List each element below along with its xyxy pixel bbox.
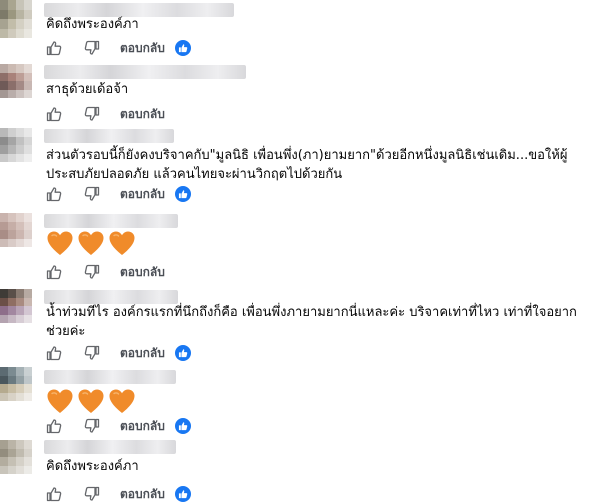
commenter-name[interactable]: [44, 370, 176, 384]
reply-button[interactable]: ตอบกลับ: [120, 105, 165, 124]
thumbs-up-icon[interactable]: [46, 186, 62, 202]
thumbs-up-icon[interactable]: [46, 106, 62, 122]
comment-text-line-2: ช่วยค่ะ: [46, 324, 86, 339]
reply-button[interactable]: ตอบกลับ: [120, 263, 165, 282]
reply-button[interactable]: ตอบกลับ: [120, 417, 165, 436]
thumbs-down-icon[interactable]: [84, 345, 100, 361]
comment-text-line-2: ประสบภัยปลอดภัย แล้วคนไทยจะผ่านวิกฤตไปด้…: [46, 167, 343, 182]
thumbs-down-icon[interactable]: [84, 486, 100, 502]
comment-actions: ตอบกลับ: [46, 416, 191, 436]
orange-heart-icon: [46, 230, 74, 257]
comment-actions: ตอบกลับ: [46, 262, 175, 282]
orange-heart-icon: [46, 388, 74, 415]
orange-heart-icon: [108, 388, 136, 415]
comment-text: สาธุด้วยเด้อจ้า: [46, 82, 129, 97]
commenter-name[interactable]: [44, 440, 176, 454]
emoji-reply: [46, 230, 136, 257]
orange-heart-icon: [77, 230, 105, 257]
avatar[interactable]: [0, 64, 32, 98]
thumbs-up-icon[interactable]: [46, 40, 62, 56]
avatar[interactable]: [0, 213, 32, 247]
thumbs-up-icon[interactable]: [46, 345, 62, 361]
thumbs-down-icon[interactable]: [84, 186, 100, 202]
comment-text: คิดถึงพระองค์ภา: [46, 17, 139, 32]
avatar[interactable]: [0, 128, 32, 162]
orange-heart-icon: [77, 388, 105, 415]
commenter-name[interactable]: [44, 129, 174, 143]
avatar[interactable]: [0, 440, 32, 474]
thumbs-up-icon[interactable]: [46, 264, 62, 280]
reply-button[interactable]: ตอบกลับ: [120, 185, 165, 204]
comment-text: คิดถึงพระองค์ภา: [46, 459, 139, 474]
avatar[interactable]: [0, 0, 32, 38]
like-reaction-badge[interactable]: [174, 418, 191, 434]
thumbs-down-icon[interactable]: [84, 106, 100, 122]
thumbs-down-icon[interactable]: [84, 264, 100, 280]
comment-actions: ตอบกลับ: [46, 104, 175, 124]
thumbs-up-icon[interactable]: [46, 418, 62, 434]
reply-button[interactable]: ตอบกลับ: [120, 344, 165, 363]
avatar[interactable]: [0, 289, 32, 323]
reply-button[interactable]: ตอบกลับ: [120, 485, 165, 503]
thumbs-down-icon[interactable]: [84, 418, 100, 434]
thumbs-up-icon[interactable]: [46, 486, 62, 502]
commenter-name[interactable]: [44, 214, 178, 228]
avatar[interactable]: [0, 367, 32, 401]
comment-actions: ตอบกลับ: [46, 184, 191, 204]
like-reaction-badge[interactable]: [174, 486, 191, 502]
reply-button[interactable]: ตอบกลับ: [120, 39, 165, 58]
orange-heart-icon: [108, 230, 136, 257]
comment-actions: ตอบกลับ: [46, 484, 191, 503]
like-reaction-badge[interactable]: [174, 345, 191, 361]
comment-text-line-1: น้ำท่วมทีไร องค์กรแรกที่นึกถึงก็คือ เพื่…: [46, 305, 577, 320]
thumbs-down-icon[interactable]: [84, 40, 100, 56]
emoji-reply: [46, 388, 136, 415]
comment-actions: ตอบกลับ: [46, 38, 191, 58]
comment-actions: ตอบกลับ: [46, 343, 191, 363]
like-reaction-badge[interactable]: [174, 186, 191, 202]
like-reaction-badge[interactable]: [174, 40, 191, 56]
commenter-name[interactable]: [44, 65, 246, 79]
